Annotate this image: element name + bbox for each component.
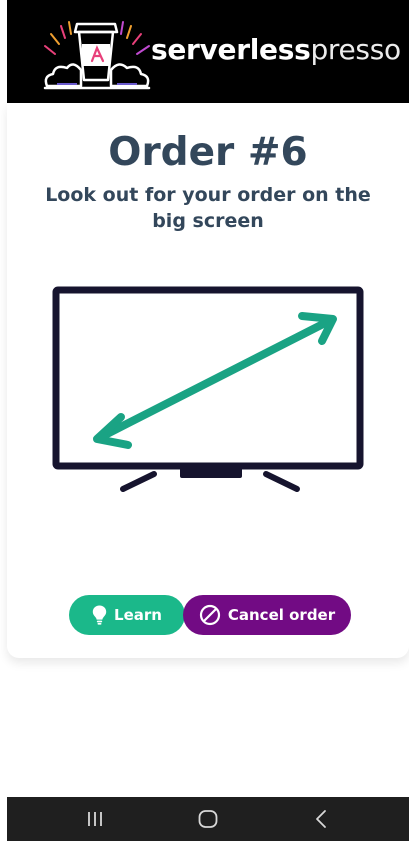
lightbulb-icon: [92, 605, 107, 625]
home-icon: [198, 810, 218, 828]
brand-name: serverlesspresso: [151, 33, 401, 66]
brand-name-bold: serverless: [151, 33, 311, 66]
back-button[interactable]: [306, 807, 336, 831]
learn-button[interactable]: Learn: [69, 595, 185, 635]
tv-screen-icon: [52, 286, 364, 492]
cancel-order-button[interactable]: Cancel order: [183, 595, 351, 635]
brand-name-light: presso: [310, 33, 401, 66]
recent-apps-icon: [88, 812, 102, 826]
cancel-circle-icon: [199, 604, 220, 626]
app-header: serverlesspresso: [7, 0, 409, 103]
coffee-cup-logo-icon: [43, 21, 151, 90]
order-message: Look out for your order on the big scree…: [45, 184, 371, 232]
back-icon: [316, 810, 326, 828]
recent-apps-button[interactable]: [80, 807, 110, 831]
home-button[interactable]: [193, 807, 223, 831]
system-navigation-bar: [7, 797, 409, 841]
cancel-order-button-label: Cancel order: [227, 606, 336, 624]
app-frame: serverlesspresso Order #6 Look out for y…: [7, 0, 409, 841]
order-card: Order #6 Look out for your order on the …: [7, 103, 409, 658]
order-title: Order #6: [108, 130, 308, 175]
learn-button-label: Learn: [114, 606, 162, 624]
